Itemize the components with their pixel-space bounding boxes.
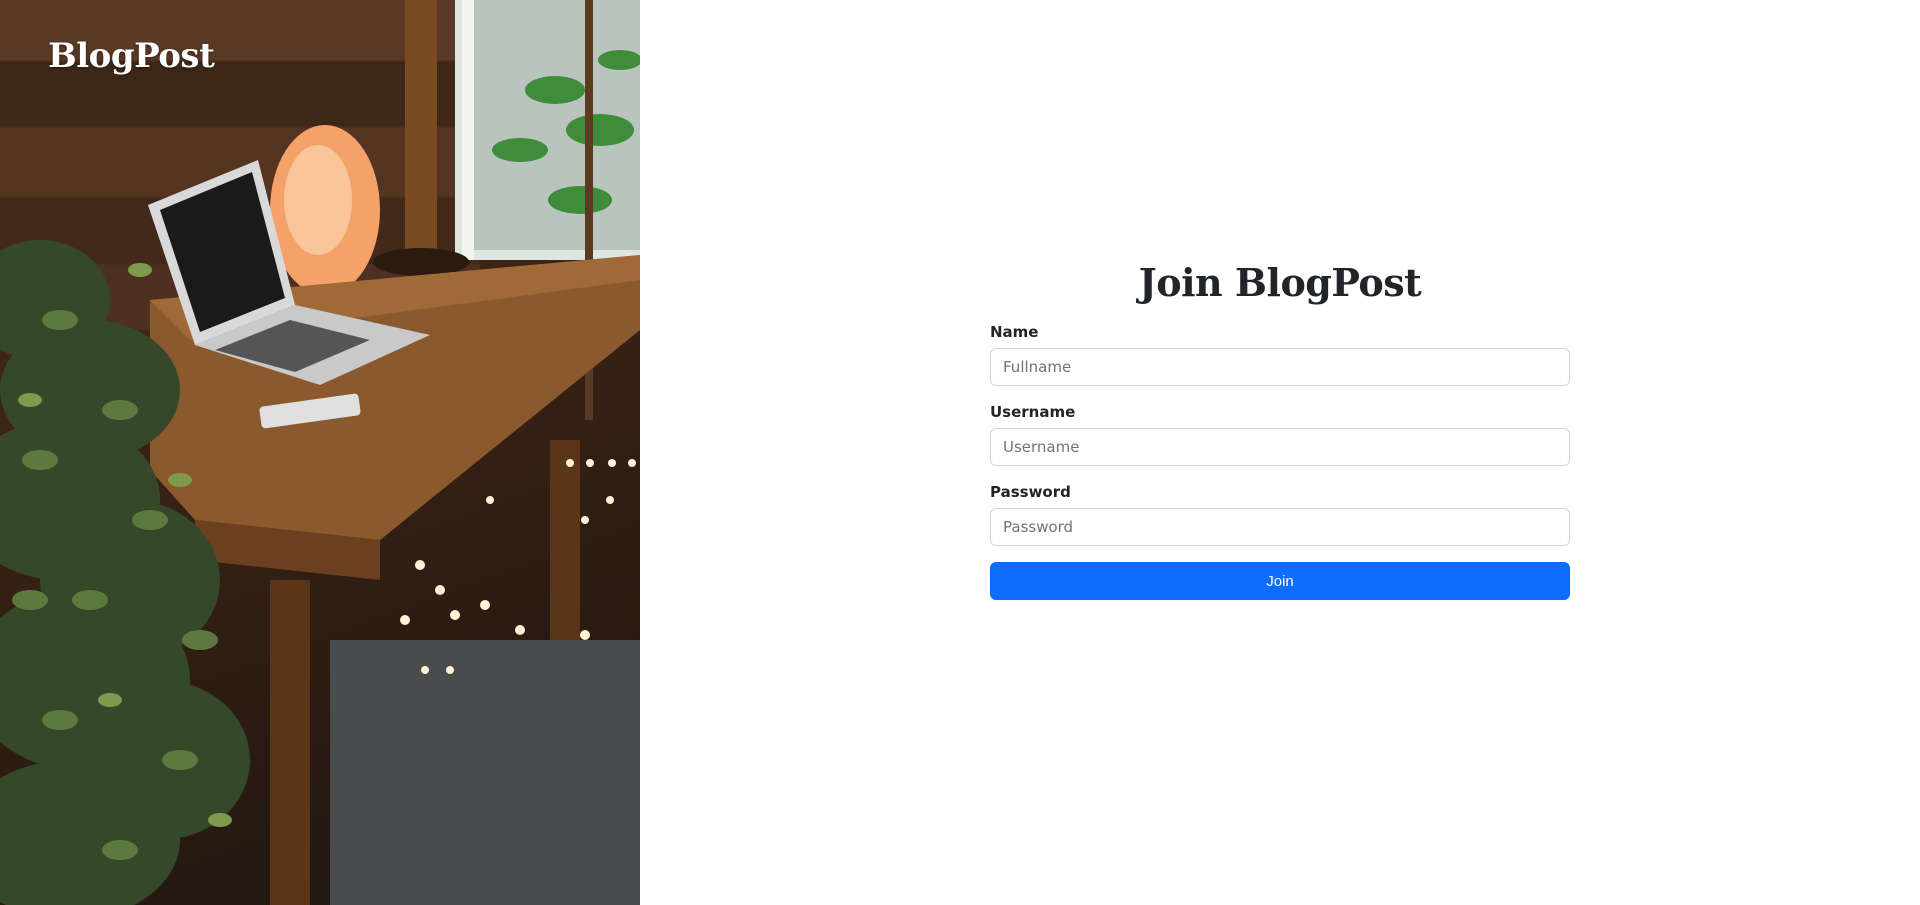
username-input[interactable] (990, 428, 1570, 466)
hero-photo: BlogPost (0, 0, 640, 905)
password-input[interactable] (990, 508, 1570, 546)
username-field-group: Username (990, 403, 1570, 466)
name-input[interactable] (990, 348, 1570, 386)
join-button[interactable]: Join (990, 562, 1570, 600)
brand-logo[interactable]: BlogPost (48, 36, 215, 76)
page-title: Join BlogPost (1138, 260, 1422, 305)
name-field-group: Name (990, 323, 1570, 386)
name-label: Name (990, 323, 1039, 341)
password-field-group: Password (990, 483, 1570, 546)
desk-workspace-illustration (0, 0, 640, 905)
password-label: Password (990, 483, 1071, 501)
username-label: Username (990, 403, 1076, 421)
signup-form: Join BlogPost Name Username Password Joi… (990, 260, 1570, 600)
